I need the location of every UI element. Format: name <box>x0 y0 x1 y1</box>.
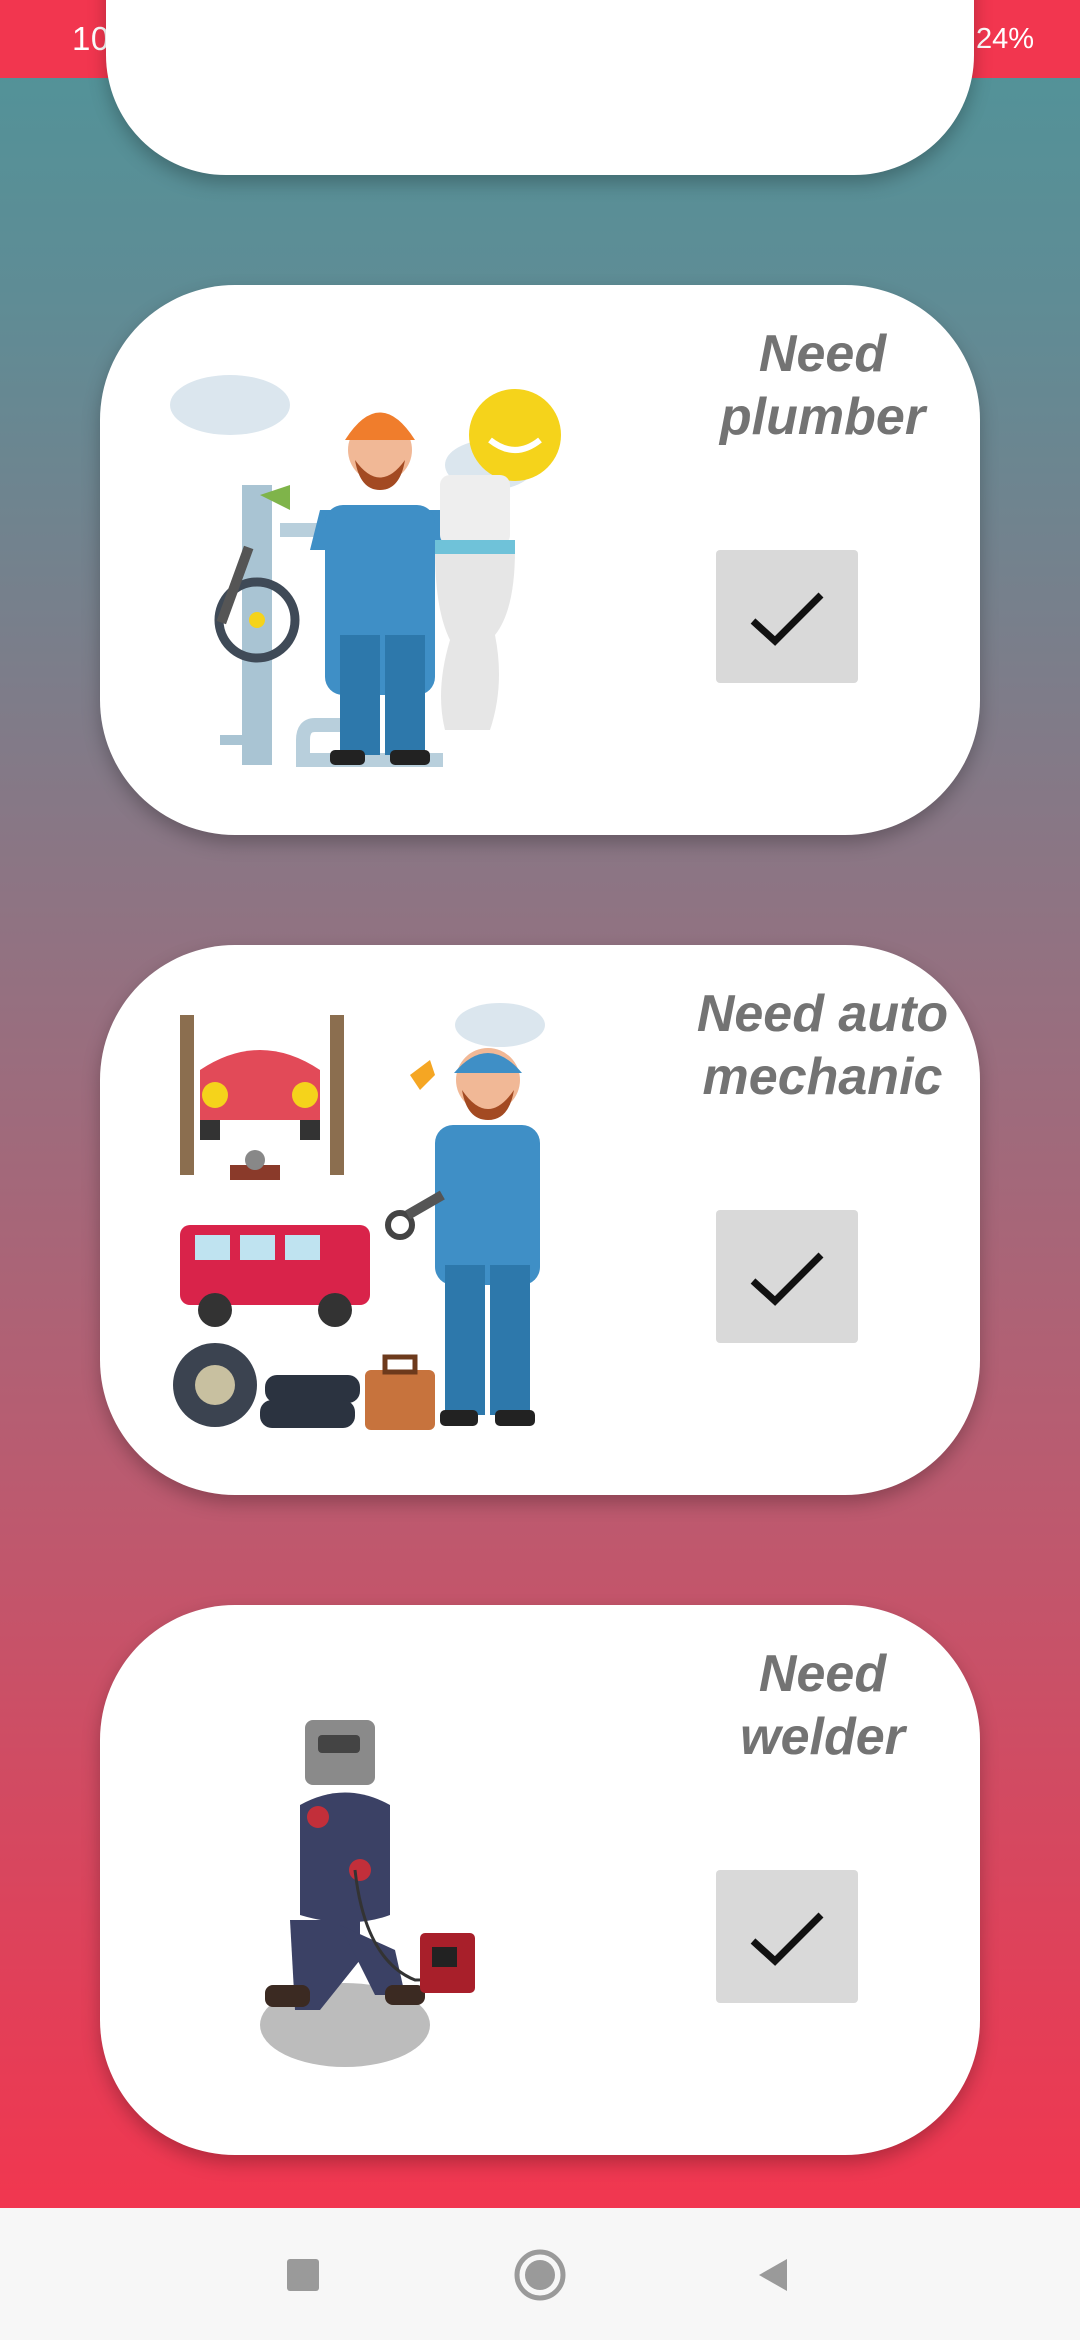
recents-button[interactable] <box>268 2240 338 2310</box>
card-title: Need plumber <box>719 325 926 446</box>
recents-square-icon <box>287 2259 319 2291</box>
welder-illustration <box>260 1720 475 2067</box>
card-title: Need welder <box>740 1645 905 1766</box>
card-partial-top[interactable] <box>106 0 974 175</box>
card-welder[interactable]: Need welder <box>100 1605 980 2155</box>
auto-mechanic-checkbox[interactable] <box>716 1210 858 1343</box>
plumber-checkbox[interactable] <box>716 550 858 683</box>
card-auto-mechanic[interactable]: Need auto mechanic <box>100 945 980 1495</box>
checkmark-icon <box>750 592 824 646</box>
card-title: Need auto mechanic <box>696 985 949 1106</box>
home-circle-icon <box>514 2249 566 2301</box>
back-triangle-icon <box>759 2259 787 2291</box>
home-button[interactable] <box>505 2240 575 2310</box>
checkmark-icon <box>750 1252 824 1306</box>
auto-mechanic-illustration <box>173 1003 545 1430</box>
checkmark-icon <box>750 1912 824 1966</box>
back-button[interactable] <box>738 2240 808 2310</box>
battery-percent: 24% <box>975 22 1034 55</box>
navigation-bar <box>0 2208 1080 2340</box>
welder-checkbox[interactable] <box>716 1870 858 2003</box>
plumber-illustration <box>170 375 561 767</box>
card-plumber[interactable]: Need plumber <box>100 285 980 835</box>
